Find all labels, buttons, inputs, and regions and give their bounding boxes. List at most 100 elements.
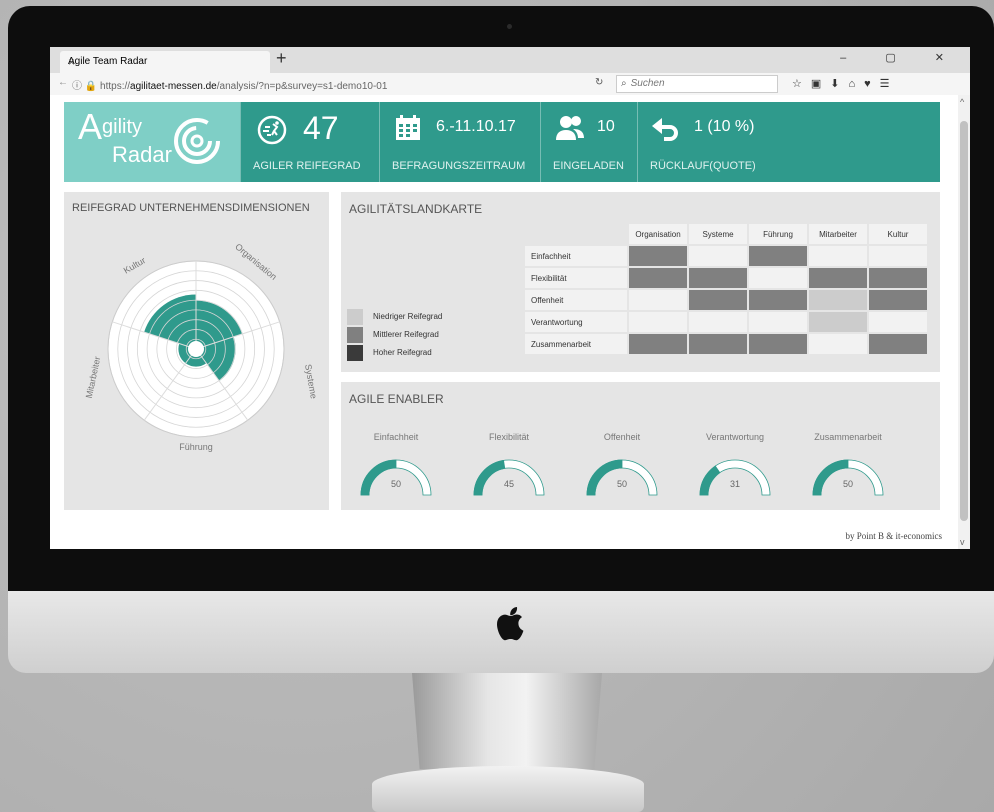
map-cell-none [749, 312, 807, 332]
gauge-label: Zusammenarbeit [814, 432, 882, 442]
map-cell-low [809, 290, 867, 310]
map-cell-mid [869, 290, 927, 310]
back-arrow-icon[interactable]: ← [58, 77, 68, 88]
tab-close-icon[interactable]: × [68, 51, 262, 73]
gauge-label: Flexibilität [488, 432, 529, 442]
logo-line2: Radar [112, 142, 172, 167]
toolbar-icons[interactable]: ☆▣⬇⌂♥☰ [792, 77, 899, 90]
url-path: /analysis/?n=p&survey=s1-demo10-01 [216, 81, 388, 92]
map-cell-none [689, 246, 747, 266]
gauge-value: 45 [503, 479, 514, 489]
new-tab-icon[interactable]: + [276, 48, 287, 69]
map-cell-mid [629, 334, 687, 354]
radar-panel: REIFEGRAD UNTERNEHMENSDIMENSIONEN Kultur… [64, 192, 329, 510]
gauge-value: 50 [390, 479, 401, 489]
map-cell-mid [749, 334, 807, 354]
stat-response-rate: 1 (10 %) RÜCKLAUF(QUOTE) [637, 102, 940, 182]
map-row-label: Flexibilität [525, 268, 627, 288]
legend-low-label: Niedriger Reifegrad [373, 312, 443, 322]
map-panel-title: AGILITÄTSLANDKARTE [349, 202, 483, 216]
search-icon: ⌕ [621, 78, 627, 89]
survey-period-value: 6.-11.10.17 [436, 118, 516, 135]
map-row-label: Einfachheit [525, 246, 627, 266]
url-prefix: https:// [100, 81, 131, 92]
map-col-header: Mitarbeiter [809, 224, 867, 244]
logo-word-gility: gility [102, 116, 143, 138]
maturity-value: 47 [303, 110, 339, 146]
radar-center [188, 341, 204, 357]
imac-stand [412, 673, 602, 769]
gauge-chart [699, 459, 771, 496]
search-placeholder: Suchen [630, 78, 665, 89]
map-cell-mid [689, 268, 747, 288]
apple-logo-icon [497, 607, 524, 641]
map-cell-mid [629, 246, 687, 266]
map-col-header: Kultur [869, 224, 927, 244]
browser-window: Agile Team Radar × + – ▢ ✕ ← ⓘ 🔒 https:/… [50, 47, 970, 549]
scrollbar-thumb[interactable] [960, 121, 968, 521]
map-cell-mid [869, 334, 927, 354]
logo-line1: Agility [78, 109, 143, 145]
agile-enabler-panel: AGILE ENABLER Einfachheit 50 Flexibilität 4… [341, 382, 940, 510]
radar-label-kultur: Kultur [122, 255, 147, 275]
radar-label-systeme: Systeme [303, 363, 319, 399]
gauge-fill [473, 459, 506, 496]
map-cell-mid [869, 268, 927, 288]
stat-maturity: 47 AGILER REIFEGRAD [240, 102, 379, 182]
radar-label-mitarbeiter: Mitarbeiter [84, 356, 103, 400]
gauge-value: 50 [616, 479, 627, 489]
survey-period-label: BEFRAGUNGSZEITRAUM [392, 160, 526, 172]
map-cell-mid [689, 290, 747, 310]
response-rate-label: RÜCKLAUF(QUOTE) [650, 160, 756, 172]
map-cell-none [629, 312, 687, 332]
map-row: Offenheit [525, 290, 927, 310]
calendar-icon [396, 115, 420, 140]
address-bar: ← ⓘ 🔒 https://agilitaet-messen.de/analys… [50, 73, 970, 96]
runner-icon [257, 115, 287, 145]
reload-icon[interactable]: ↻ [595, 77, 603, 88]
radar-chart: Kultur OrganisationSystemeFührungMitarbei… [84, 241, 319, 452]
map-cell-none [809, 246, 867, 266]
map-cell-mid [749, 246, 807, 266]
gauge-label: Einfachheit [373, 432, 419, 442]
camera-dot [507, 24, 512, 29]
page-scrollbar[interactable]: ^ v [958, 95, 970, 549]
browser-tab[interactable]: Agile Team Radar × [60, 51, 270, 73]
legend-low: Niedriger Reifegrad [347, 309, 442, 325]
agility-map-panel: AGILITÄTSLANDKARTE Niedriger Reifegrad M… [341, 192, 940, 372]
invited-value: 10 [597, 118, 615, 135]
map-cell-none [629, 290, 687, 310]
info-icon[interactable]: ⓘ [72, 81, 82, 92]
stat-survey-period: 6.-11.10.17 BEFRAGUNGSZEITRAUM [379, 102, 540, 182]
browser-titlebar: Agile Team Radar × + – ▢ ✕ [50, 47, 970, 73]
window-controls[interactable]: – ▢ ✕ [840, 51, 962, 64]
enabler-panel-title: AGILE ENABLER [349, 392, 444, 406]
map-cell-mid [809, 268, 867, 288]
gauge-fill [586, 459, 623, 496]
legend-swatch-mid [347, 327, 363, 343]
scroll-down-icon[interactable]: v [960, 537, 965, 547]
url-field[interactable]: ⓘ 🔒 https://agilitaet-messen.de/analysis… [72, 77, 387, 92]
logo-letter-a: A [78, 106, 103, 147]
gauge-chart [812, 459, 884, 496]
legend-mid: Mittlerer Reifegrad [347, 327, 439, 343]
map-col-header: Systeme [689, 224, 747, 244]
map-row: Einfachheit [525, 246, 927, 266]
map-cell-mid [749, 290, 807, 310]
search-input[interactable]: ⌕ Suchen [616, 75, 778, 93]
scroll-up-icon[interactable]: ^ [960, 97, 964, 107]
imac-foot [372, 766, 644, 812]
stat-invited: 10 EINGELADEN [540, 102, 637, 182]
map-cell-none [869, 246, 927, 266]
gauge-label: Verantwortung [705, 432, 765, 442]
gauge-chart [360, 459, 432, 496]
legend-high: Hoher Reifegrad [347, 345, 432, 361]
map-row-label: Verantwortung [525, 312, 627, 332]
map-cell-none [809, 334, 867, 354]
gauge-chart [473, 459, 545, 496]
map-cell-none [749, 268, 807, 288]
radar-label-führung: Führung [179, 442, 213, 452]
users-icon [556, 116, 584, 140]
radar-swirl-icon [174, 118, 220, 164]
url-host: agilitaet-messen.de [130, 81, 217, 92]
